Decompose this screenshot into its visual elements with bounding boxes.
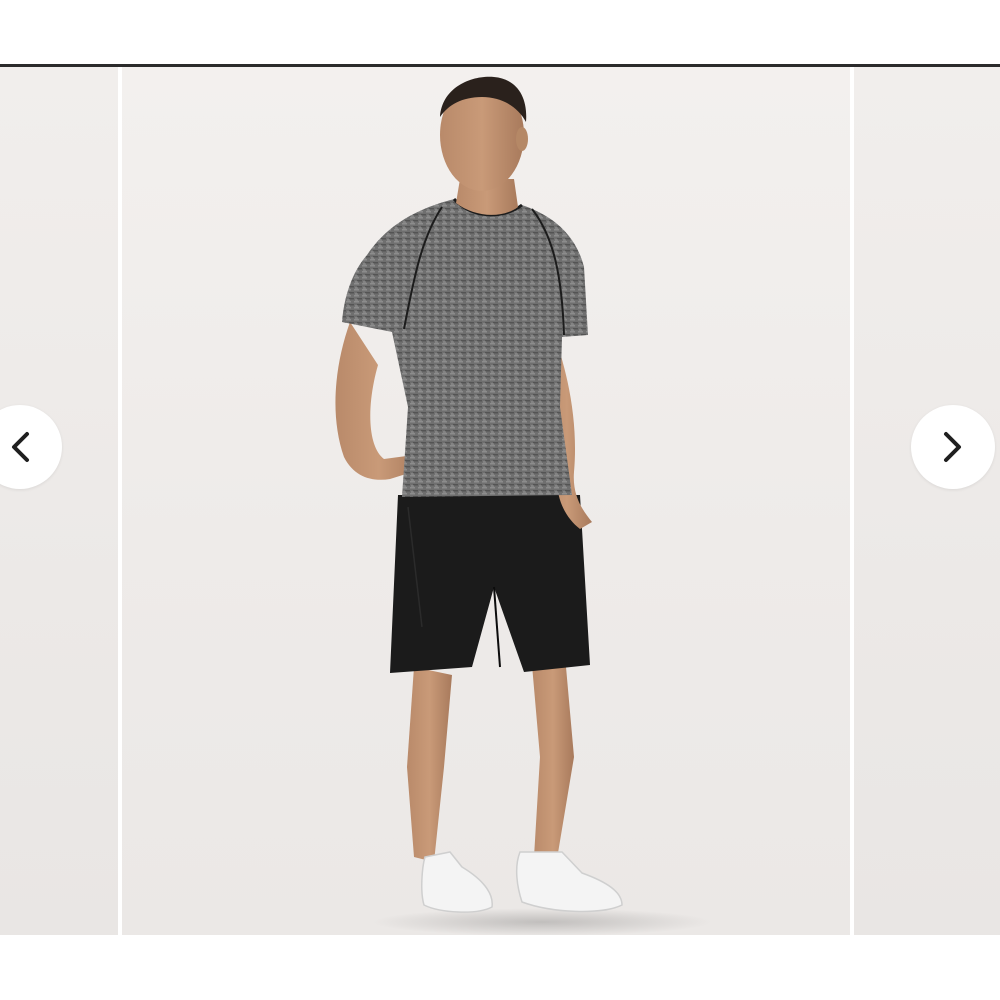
- next-image-preview[interactable]: [854, 67, 1000, 935]
- model-photo: [335, 76, 712, 935]
- carousel-next-button[interactable]: [911, 405, 995, 489]
- chevron-right-icon: [944, 432, 961, 462]
- main-product-image[interactable]: [122, 67, 850, 935]
- previous-image-preview[interactable]: [0, 67, 118, 935]
- product-gallery-page: [0, 0, 1000, 1000]
- image-carousel[interactable]: [0, 67, 1000, 935]
- chevron-left-icon: [12, 432, 29, 462]
- bottom-whitespace: [0, 935, 1000, 1000]
